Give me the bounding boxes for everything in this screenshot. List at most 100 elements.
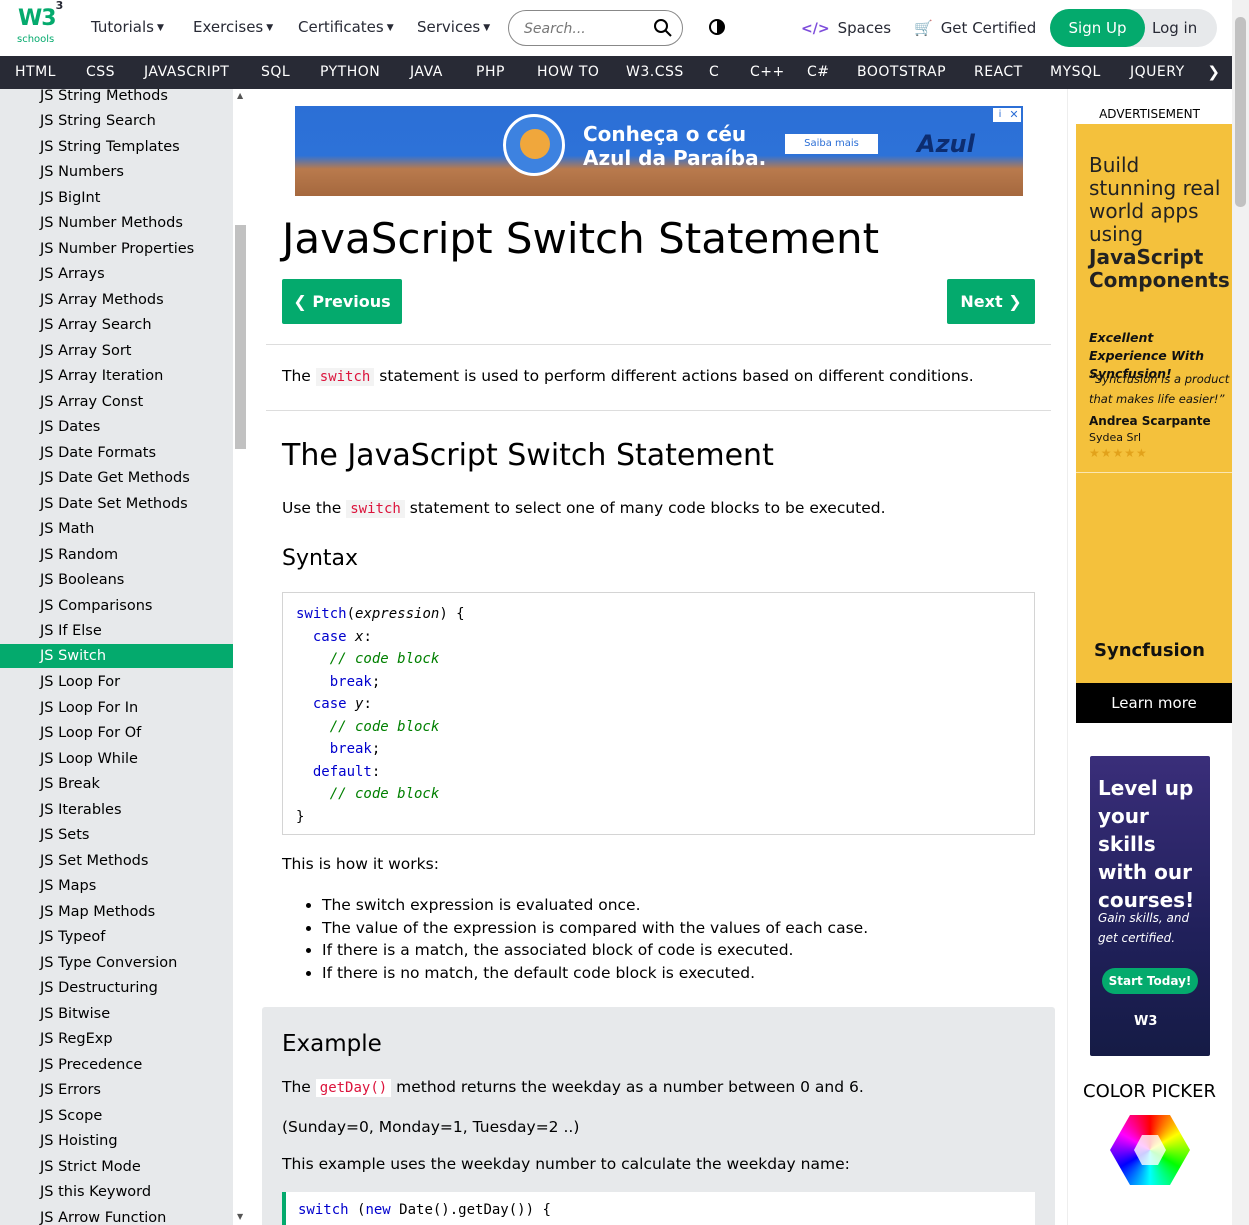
nav-c[interactable]: C [709, 64, 719, 80]
sidebar-item[interactable]: JS Numbers [0, 165, 233, 190]
sidebar-item[interactable]: JS Errors [0, 1083, 233, 1108]
sidebar-item[interactable]: JS Date Get Methods [0, 471, 233, 496]
nav-csharp[interactable]: C# [807, 64, 830, 80]
sidebar-item[interactable]: JS Arrays [0, 267, 233, 292]
ad-info-icon[interactable]: i [993, 108, 1007, 122]
sidebar-item[interactable]: JS Loop For Of [0, 726, 233, 751]
example-code-block: switch (new Date().getDay()) { [282, 1192, 1035, 1225]
sidebar-item[interactable]: JS Math [0, 522, 233, 547]
page-scrollbar[interactable] [1232, 0, 1249, 1225]
sidebar-item[interactable]: JS Sets [0, 828, 233, 853]
sidebar-item[interactable]: JS Loop While [0, 752, 233, 777]
w3schools-logo-small: W3 [1134, 1014, 1158, 1029]
auth-group: Sign Up Log in [1050, 9, 1217, 47]
page-scroll-thumb[interactable] [1235, 17, 1246, 207]
sidebar-item[interactable]: JS Iterables [0, 803, 233, 828]
nav-cpp[interactable]: C++ [750, 64, 785, 80]
sidebar-item[interactable]: JS Random [0, 548, 233, 573]
start-today-button[interactable]: Start Today! [1102, 968, 1198, 994]
learn-more-button[interactable]: Learn more [1076, 683, 1232, 723]
sidebar-item[interactable]: JS Type Conversion [0, 956, 233, 981]
sidebar-item[interactable]: JS Scope [0, 1109, 233, 1134]
nav-sql[interactable]: SQL [261, 64, 290, 80]
chevron-right-icon[interactable]: ❯ [1207, 63, 1220, 81]
sidebar-item[interactable]: JS Loop For In [0, 701, 233, 726]
sidebar-item[interactable]: JS Date Formats [0, 446, 233, 471]
sidebar-item[interactable]: JS Arrow Function [0, 1211, 233, 1225]
nav-mysql[interactable]: MYSQL [1050, 64, 1101, 80]
ad-close-icon[interactable]: ✕ [1007, 108, 1021, 122]
sidebar-item[interactable]: JS Loop For [0, 675, 233, 700]
sidebar-item[interactable]: JS Precedence [0, 1058, 233, 1083]
sidebar-scrollbar[interactable]: ▲ ▼ [233, 89, 248, 1225]
sidebar-item[interactable]: JS Strict Mode [0, 1160, 233, 1185]
sidebar-item[interactable]: JS Date Set Methods [0, 497, 233, 522]
certificates-menu[interactable]: Certificates ▼ [298, 18, 394, 36]
sidebar-item[interactable]: JS Map Methods [0, 905, 233, 930]
sidebar-item[interactable]: JS Number Methods [0, 216, 233, 241]
syntax-code-block: switch(expression) { case x: // code blo… [282, 592, 1035, 835]
search-input[interactable] [524, 19, 644, 39]
syncfusion-ad[interactable]: Build stunning real world apps using Java… [1076, 124, 1232, 723]
nav-java[interactable]: JAVA [410, 64, 443, 80]
next-button[interactable]: Next ❯ [947, 279, 1035, 324]
sidebar-item[interactable]: JS Array Methods [0, 293, 233, 318]
scroll-down-icon[interactable]: ▼ [237, 1212, 243, 1221]
dark-mode-toggle-icon[interactable] [709, 19, 725, 35]
ad-cta-button[interactable]: Saiba mais [785, 134, 878, 154]
sidebar-item[interactable]: JS this Keyword [0, 1185, 233, 1210]
exercises-menu[interactable]: Exercises ▼ [193, 18, 273, 36]
banner-ad[interactable]: Conheça o céu Azul da Paraíba. Saiba mais… [295, 106, 1023, 196]
sidebar-item[interactable]: JS Typeof [0, 930, 233, 955]
sidebar-item[interactable]: JS Array Search [0, 318, 233, 343]
sidebar-item[interactable]: JS String Templates [0, 140, 233, 165]
sidebar-item[interactable]: JS Hoisting [0, 1134, 233, 1159]
sidebar-item[interactable]: JS Bitwise [0, 1007, 233, 1032]
sign-up-button[interactable]: Sign Up [1050, 9, 1145, 47]
sidebar-item[interactable]: JS Set Methods [0, 854, 233, 879]
w3schools-logo[interactable]: W33 schools [16, 0, 63, 48]
sidebar-item[interactable]: JS Array Iteration [0, 369, 233, 394]
sidebar-item[interactable]: JS Dates [0, 420, 233, 445]
section-heading: The JavaScript Switch Statement [282, 438, 774, 473]
previous-button[interactable]: ❮ Previous [282, 279, 402, 324]
sidebar-item[interactable]: JS Comparisons [0, 599, 233, 624]
syntax-heading: Syntax [282, 546, 359, 571]
sidebar-item[interactable]: JS Number Properties [0, 242, 233, 267]
scroll-up-icon[interactable]: ▲ [237, 91, 243, 100]
sidebar-item[interactable]: JS Booleans [0, 573, 233, 598]
services-menu[interactable]: Services ▼ [417, 18, 490, 36]
tutorials-menu[interactable]: Tutorials ▼ [91, 18, 164, 36]
get-certified-link[interactable]: 🛒 Get Certified [914, 19, 1036, 37]
sidebar-item[interactable]: JS Maps [0, 879, 233, 904]
sidebar-item[interactable]: JS Destructuring [0, 981, 233, 1006]
sidebar-item[interactable]: JS RegExp [0, 1032, 233, 1057]
nav-css[interactable]: CSS [86, 64, 115, 80]
nav-javascript[interactable]: JAVASCRIPT [144, 64, 229, 80]
list-item: The switch expression is evaluated once. [322, 894, 868, 917]
sidebar-item[interactable]: JS BigInt [0, 191, 233, 216]
nav-w3css[interactable]: W3.CSS [626, 64, 684, 80]
sidebar-item[interactable]: JS Array Const [0, 395, 233, 420]
nav-react[interactable]: REACT [974, 64, 1023, 80]
courses-ad[interactable]: Level up your skills with our courses! G… [1090, 756, 1210, 1056]
ad-badge-image [503, 114, 565, 176]
nav-php[interactable]: PHP [476, 64, 505, 80]
spaces-link[interactable]: </> Spaces [801, 19, 891, 37]
nav-jquery[interactable]: JQUERY [1130, 64, 1185, 80]
search-icon[interactable] [653, 18, 673, 38]
example-paragraph-2: (Sunday=0, Monday=1, Tuesday=2 ..) [282, 1118, 580, 1136]
tutorial-nav-bar: HTML CSS JAVASCRIPT SQL PYTHON JAVA PHP … [0, 56, 1232, 89]
sidebar-item[interactable]: JS Break [0, 777, 233, 802]
nav-howto[interactable]: HOW TO [537, 64, 599, 80]
log-in-button[interactable]: Log in [1152, 9, 1212, 47]
sidebar-item[interactable]: JS String Search [0, 114, 233, 139]
top-header: W33 schools Tutorials ▼ Exercises ▼ Certif… [0, 0, 1232, 56]
nav-python[interactable]: PYTHON [320, 64, 380, 80]
nav-bootstrap[interactable]: BOOTSTRAP [857, 64, 946, 80]
sidebar-item[interactable]: JS String Methods [0, 89, 233, 114]
sidebar-item[interactable]: JS Array Sort [0, 344, 233, 369]
nav-html[interactable]: HTML [15, 64, 56, 80]
sidebar-item-active[interactable]: JS Switch [0, 644, 233, 668]
sidebar-scroll-thumb[interactable] [235, 225, 246, 449]
